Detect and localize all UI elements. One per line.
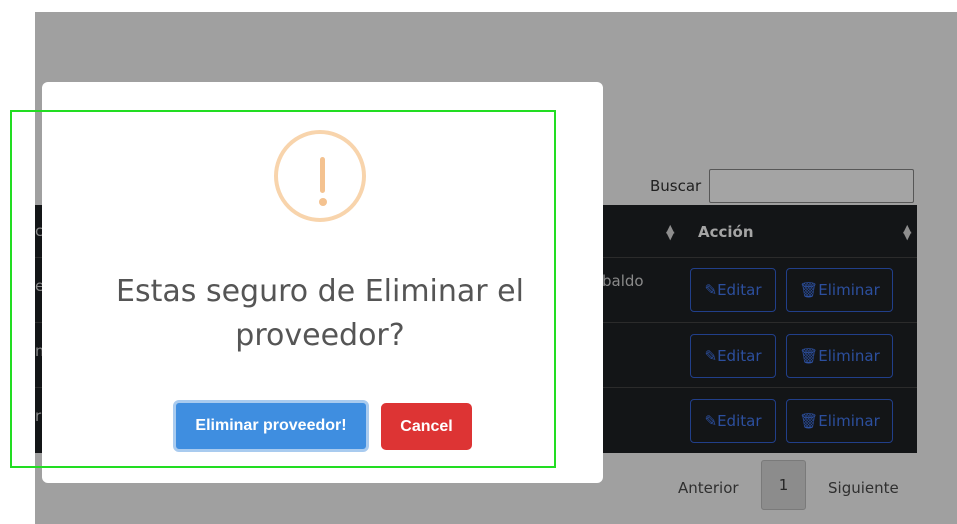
- pagination-next[interactable]: Siguiente: [828, 479, 899, 497]
- warning-icon-bar: [320, 157, 325, 193]
- sort-icon[interactable]: ▲ ▼: [903, 223, 911, 241]
- delete-button[interactable]: 🗑 Eliminar: [786, 334, 893, 378]
- edit-button[interactable]: ✎ Editar: [690, 399, 776, 443]
- search-label: Buscar: [650, 177, 702, 195]
- cancel-button[interactable]: Cancel: [381, 403, 472, 450]
- cell-fragment: baldo: [602, 272, 644, 290]
- dialog-title: Estas seguro de Eliminar el proveedor?: [116, 274, 524, 353]
- edit-button[interactable]: ✎ Editar: [690, 268, 776, 312]
- edit-button[interactable]: ✎ Editar: [690, 334, 776, 378]
- delete-button[interactable]: 🗑 Eliminar: [786, 399, 893, 443]
- cell-fragment: r: [35, 407, 42, 425]
- trash-icon: 🗑: [799, 347, 819, 365]
- pagination-previous[interactable]: Anterior: [678, 479, 739, 497]
- edit-icon: ✎: [704, 281, 718, 299]
- confirm-delete-button[interactable]: Eliminar proveedor!: [173, 400, 369, 452]
- edit-icon: ✎: [704, 347, 718, 365]
- warning-icon-dot: [319, 198, 327, 206]
- sort-icon[interactable]: ▲ ▼: [666, 223, 674, 241]
- warning-icon: [274, 130, 366, 222]
- delete-button[interactable]: 🗑 Eliminar: [786, 268, 893, 312]
- trash-icon: 🗑: [799, 412, 819, 430]
- column-header-accion[interactable]: Acción: [698, 223, 754, 241]
- trash-icon: 🗑: [799, 281, 819, 299]
- pagination-current-page[interactable]: 1: [761, 460, 806, 510]
- search-input[interactable]: [709, 169, 914, 203]
- edit-icon: ✎: [704, 412, 718, 430]
